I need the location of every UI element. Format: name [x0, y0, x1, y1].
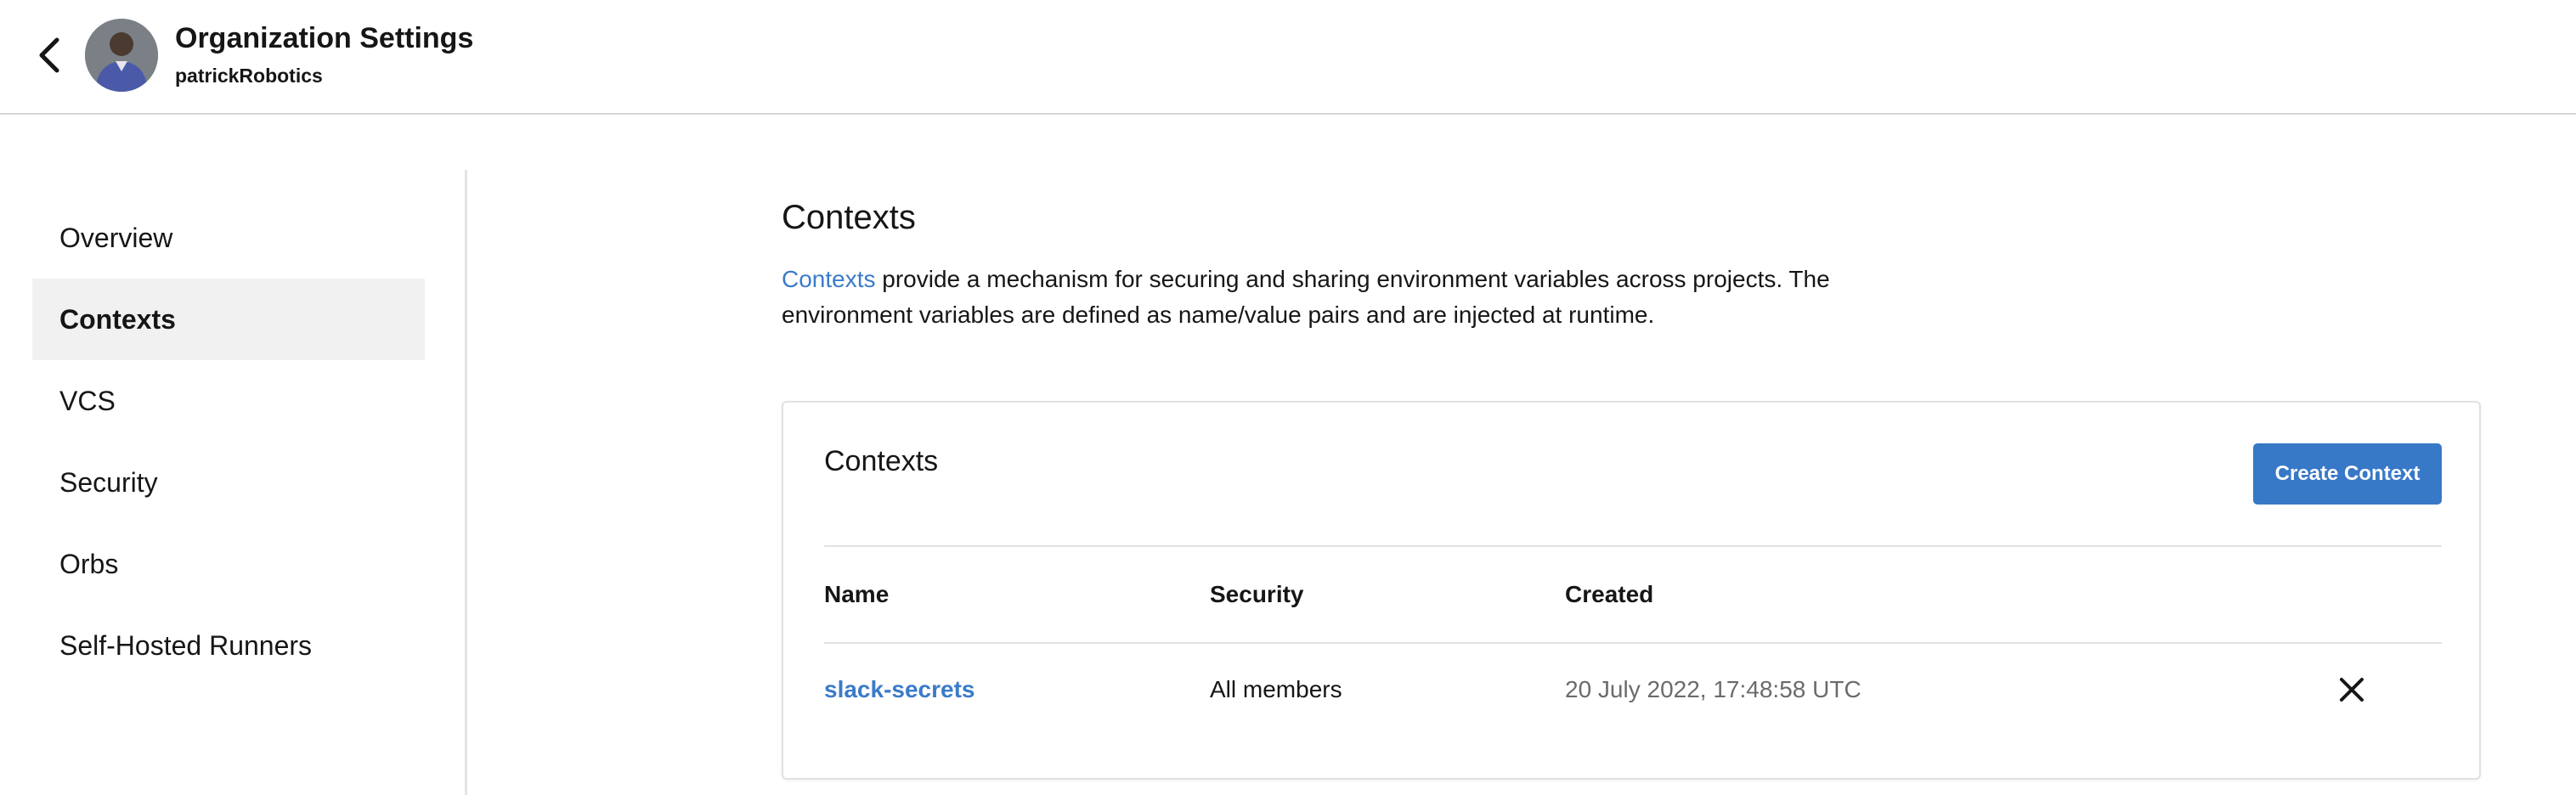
sidebar-item-overview[interactable]: Overview	[32, 197, 425, 279]
contexts-docs-link[interactable]: Contexts	[782, 266, 876, 292]
back-button[interactable]	[31, 34, 68, 76]
contexts-card: Contexts Create Context Name Security Cr…	[782, 401, 2481, 780]
avatar-image	[85, 19, 158, 92]
page-header: Organization Settings patrickRobotics	[0, 0, 2576, 115]
avatar[interactable]	[85, 19, 158, 92]
context-name-link[interactable]: slack-secrets	[824, 676, 974, 703]
context-created: 20 July 2022, 17:48:58 UTC	[1565, 676, 1861, 702]
settings-sidebar: Overview Contexts VCS Security Orbs Self…	[0, 170, 467, 795]
card-title: Contexts	[824, 445, 939, 477]
sidebar-item-contexts[interactable]: Contexts	[32, 279, 425, 360]
sidebar-item-self-hosted-runners[interactable]: Self-Hosted Runners	[32, 605, 425, 686]
create-context-button[interactable]: Create Context	[2253, 443, 2442, 505]
column-header-name: Name	[824, 581, 890, 607]
page-title: Organization Settings	[175, 22, 474, 54]
description-text: provide a mechanism for securing and sha…	[782, 266, 1830, 328]
context-security: All members	[1210, 676, 1342, 702]
chevron-left-icon	[39, 37, 59, 73]
column-header-created: Created	[1565, 581, 1654, 607]
close-icon	[2340, 678, 2364, 702]
sidebar-item-vcs[interactable]: VCS	[32, 360, 425, 442]
column-header-security: Security	[1210, 581, 1304, 607]
sidebar-item-security[interactable]: Security	[32, 442, 425, 523]
org-name: patrickRobotics	[175, 65, 323, 87]
delete-context-button[interactable]	[2330, 668, 2374, 712]
table-divider	[824, 545, 2442, 547]
sidebar-item-orbs[interactable]: Orbs	[32, 523, 425, 605]
table-divider	[824, 642, 2442, 644]
section-description: Contexts provide a mechanism for securin…	[782, 262, 1886, 333]
section-title: Contexts	[782, 199, 916, 236]
